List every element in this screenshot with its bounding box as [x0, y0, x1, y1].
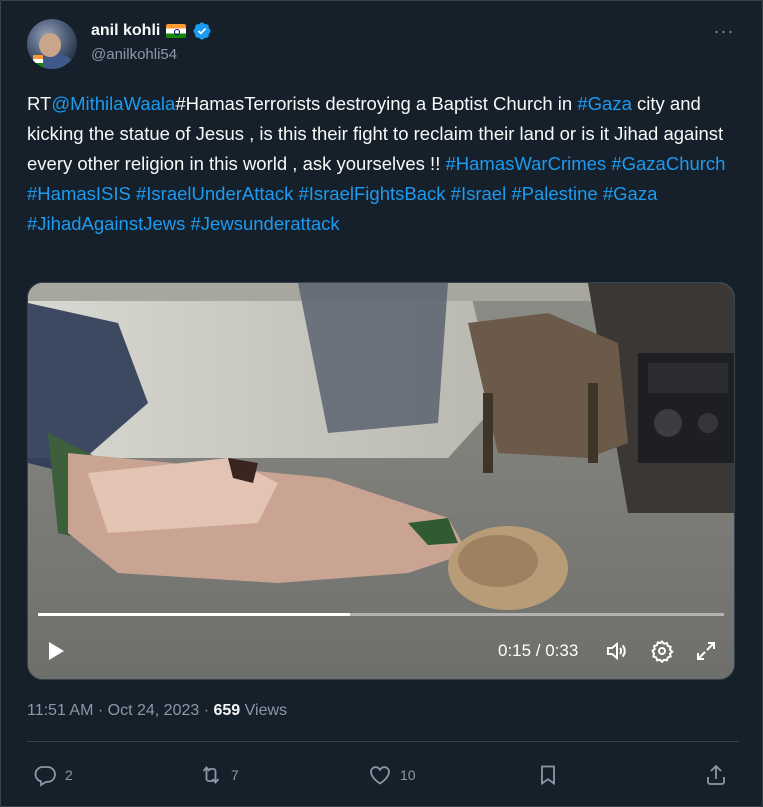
bookmark-icon — [541, 765, 555, 786]
fullscreen-icon[interactable] — [694, 639, 718, 663]
like-button[interactable]: 10 — [368, 761, 416, 789]
hashtag-link[interactable]: #Palestine — [511, 183, 597, 204]
video-progress-fill — [38, 613, 350, 616]
tweet-text-segment: #HamasTerrorists destroying a Baptist Ch… — [175, 93, 578, 114]
heart-icon — [370, 766, 390, 785]
tweet-text-segment: RT — [27, 93, 52, 114]
tweet-card: anil kohli @anilkohli54 ··· RT@MithilaWa… — [0, 0, 763, 807]
hashtag-link[interactable]: #IsraelUnderAttack — [136, 183, 293, 204]
india-flag-icon — [166, 24, 187, 38]
hashtag-link[interactable]: #Jewsunderattack — [191, 213, 340, 234]
author-name-row: anil kohli — [91, 21, 212, 41]
avatar[interactable] — [27, 19, 77, 69]
reply-count: 2 — [65, 767, 73, 783]
share-icon — [707, 764, 725, 785]
retweet-icon — [202, 766, 220, 784]
like-count: 10 — [400, 767, 416, 783]
video-frame — [28, 283, 734, 679]
video-progress-bar[interactable] — [38, 613, 724, 616]
hashtag-link[interactable]: #IsraelFightsBack — [298, 183, 445, 204]
author-handle[interactable]: @anilkohli54 — [91, 46, 177, 63]
retweet-button[interactable]: 7 — [199, 761, 239, 789]
author-display-name[interactable]: anil kohli — [91, 22, 160, 40]
meta-separator-2: · — [199, 702, 214, 719]
hashtag-link[interactable]: #JihadAgainstJews — [27, 213, 185, 234]
share-button[interactable] — [704, 761, 728, 789]
meta-separator: · — [93, 702, 108, 719]
views-count: 659 — [213, 702, 241, 719]
views-label: Views — [240, 702, 288, 719]
hashtag-link[interactable]: #Gaza — [603, 183, 658, 204]
tweet-meta: 11:51 AM · Oct 24, 2023 · 659 Views — [27, 702, 287, 720]
volume-icon[interactable] — [604, 639, 628, 663]
reply-button[interactable]: 2 — [33, 761, 73, 789]
hashtag-link[interactable]: #HamasWarCrimes — [445, 153, 606, 174]
avatar-flag-pin — [33, 55, 43, 67]
settings-gear-icon[interactable] — [650, 639, 674, 663]
hashtag-link[interactable]: #Gaza — [577, 93, 632, 114]
bookmark-button[interactable] — [536, 761, 560, 789]
more-options-icon[interactable]: ··· — [709, 19, 739, 43]
avatar-face — [39, 33, 61, 57]
mention-link[interactable]: @MithilaWaala — [51, 93, 175, 114]
video-time: 0:15 / 0:33 — [498, 641, 579, 660]
divider — [27, 741, 739, 742]
retweet-count: 7 — [231, 767, 239, 783]
tweet-date[interactable]: Oct 24, 2023 — [108, 702, 200, 719]
tweet-time[interactable]: 11:51 AM — [27, 702, 93, 719]
reply-icon — [34, 766, 56, 787]
verified-badge-icon[interactable] — [192, 21, 212, 41]
play-icon[interactable] — [44, 639, 68, 663]
hashtag-link[interactable]: #Israel — [451, 183, 507, 204]
tweet-text: RT@MithilaWaala#HamasTerrorists destroyi… — [27, 89, 739, 239]
hashtag-link[interactable]: #HamasISIS — [27, 183, 131, 204]
hashtag-link[interactable]: #GazaChurch — [611, 153, 725, 174]
video-player[interactable]: 0:15 / 0:33 — [27, 282, 735, 680]
